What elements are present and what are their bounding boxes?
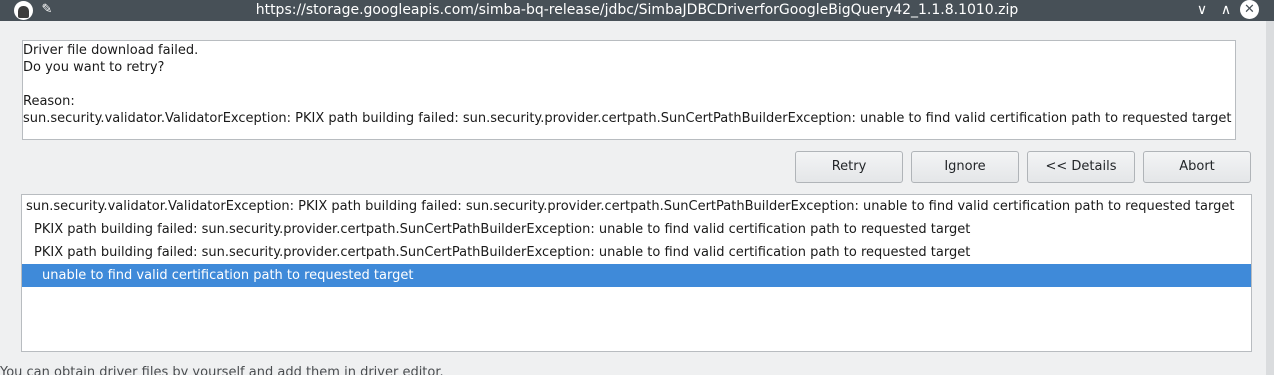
background-hint-text: You can obtain driver files by yourself … <box>0 365 444 375</box>
reason-label: Reason: <box>23 94 75 109</box>
list-item-selected[interactable]: unable to find valid certification path … <box>22 264 1251 287</box>
retry-button[interactable]: Retry <box>795 151 903 183</box>
details-toggle-button[interactable]: << Details <box>1027 151 1135 183</box>
download-error-dialog: ✎ https://storage.googleapis.com/simba-b… <box>0 0 1274 375</box>
list-item[interactable]: PKIX path building failed: sun.security.… <box>22 241 1263 264</box>
background-scrollbar <box>1266 21 1274 375</box>
message-line-1: Driver file download failed. <box>23 43 199 58</box>
window-title: https://storage.googleapis.com/simba-bq-… <box>255 2 1019 18</box>
maximize-icon[interactable]: ∧ <box>1216 0 1236 20</box>
title-bar[interactable]: ✎ https://storage.googleapis.com/simba-b… <box>0 0 1274 21</box>
minimize-icon[interactable]: ∨ <box>1192 0 1212 20</box>
ignore-button[interactable]: Ignore <box>911 151 1019 183</box>
abort-button[interactable]: Abort <box>1143 151 1251 183</box>
close-icon[interactable]: ✕ <box>1240 0 1259 19</box>
list-item[interactable]: PKIX path building failed: sun.security.… <box>22 218 1263 241</box>
list-item[interactable]: sun.security.validator.ValidatorExceptio… <box>22 195 1255 218</box>
error-message-box: Driver file download failed. Do you want… <box>22 40 1236 140</box>
background-window-strip: You can obtain driver files by yourself … <box>0 356 1274 375</box>
error-details-list[interactable]: sun.security.validator.ValidatorExceptio… <box>21 194 1252 352</box>
message-line-2: Do you want to retry? <box>23 60 165 75</box>
reason-text: sun.security.validator.ValidatorExceptio… <box>23 111 1232 126</box>
